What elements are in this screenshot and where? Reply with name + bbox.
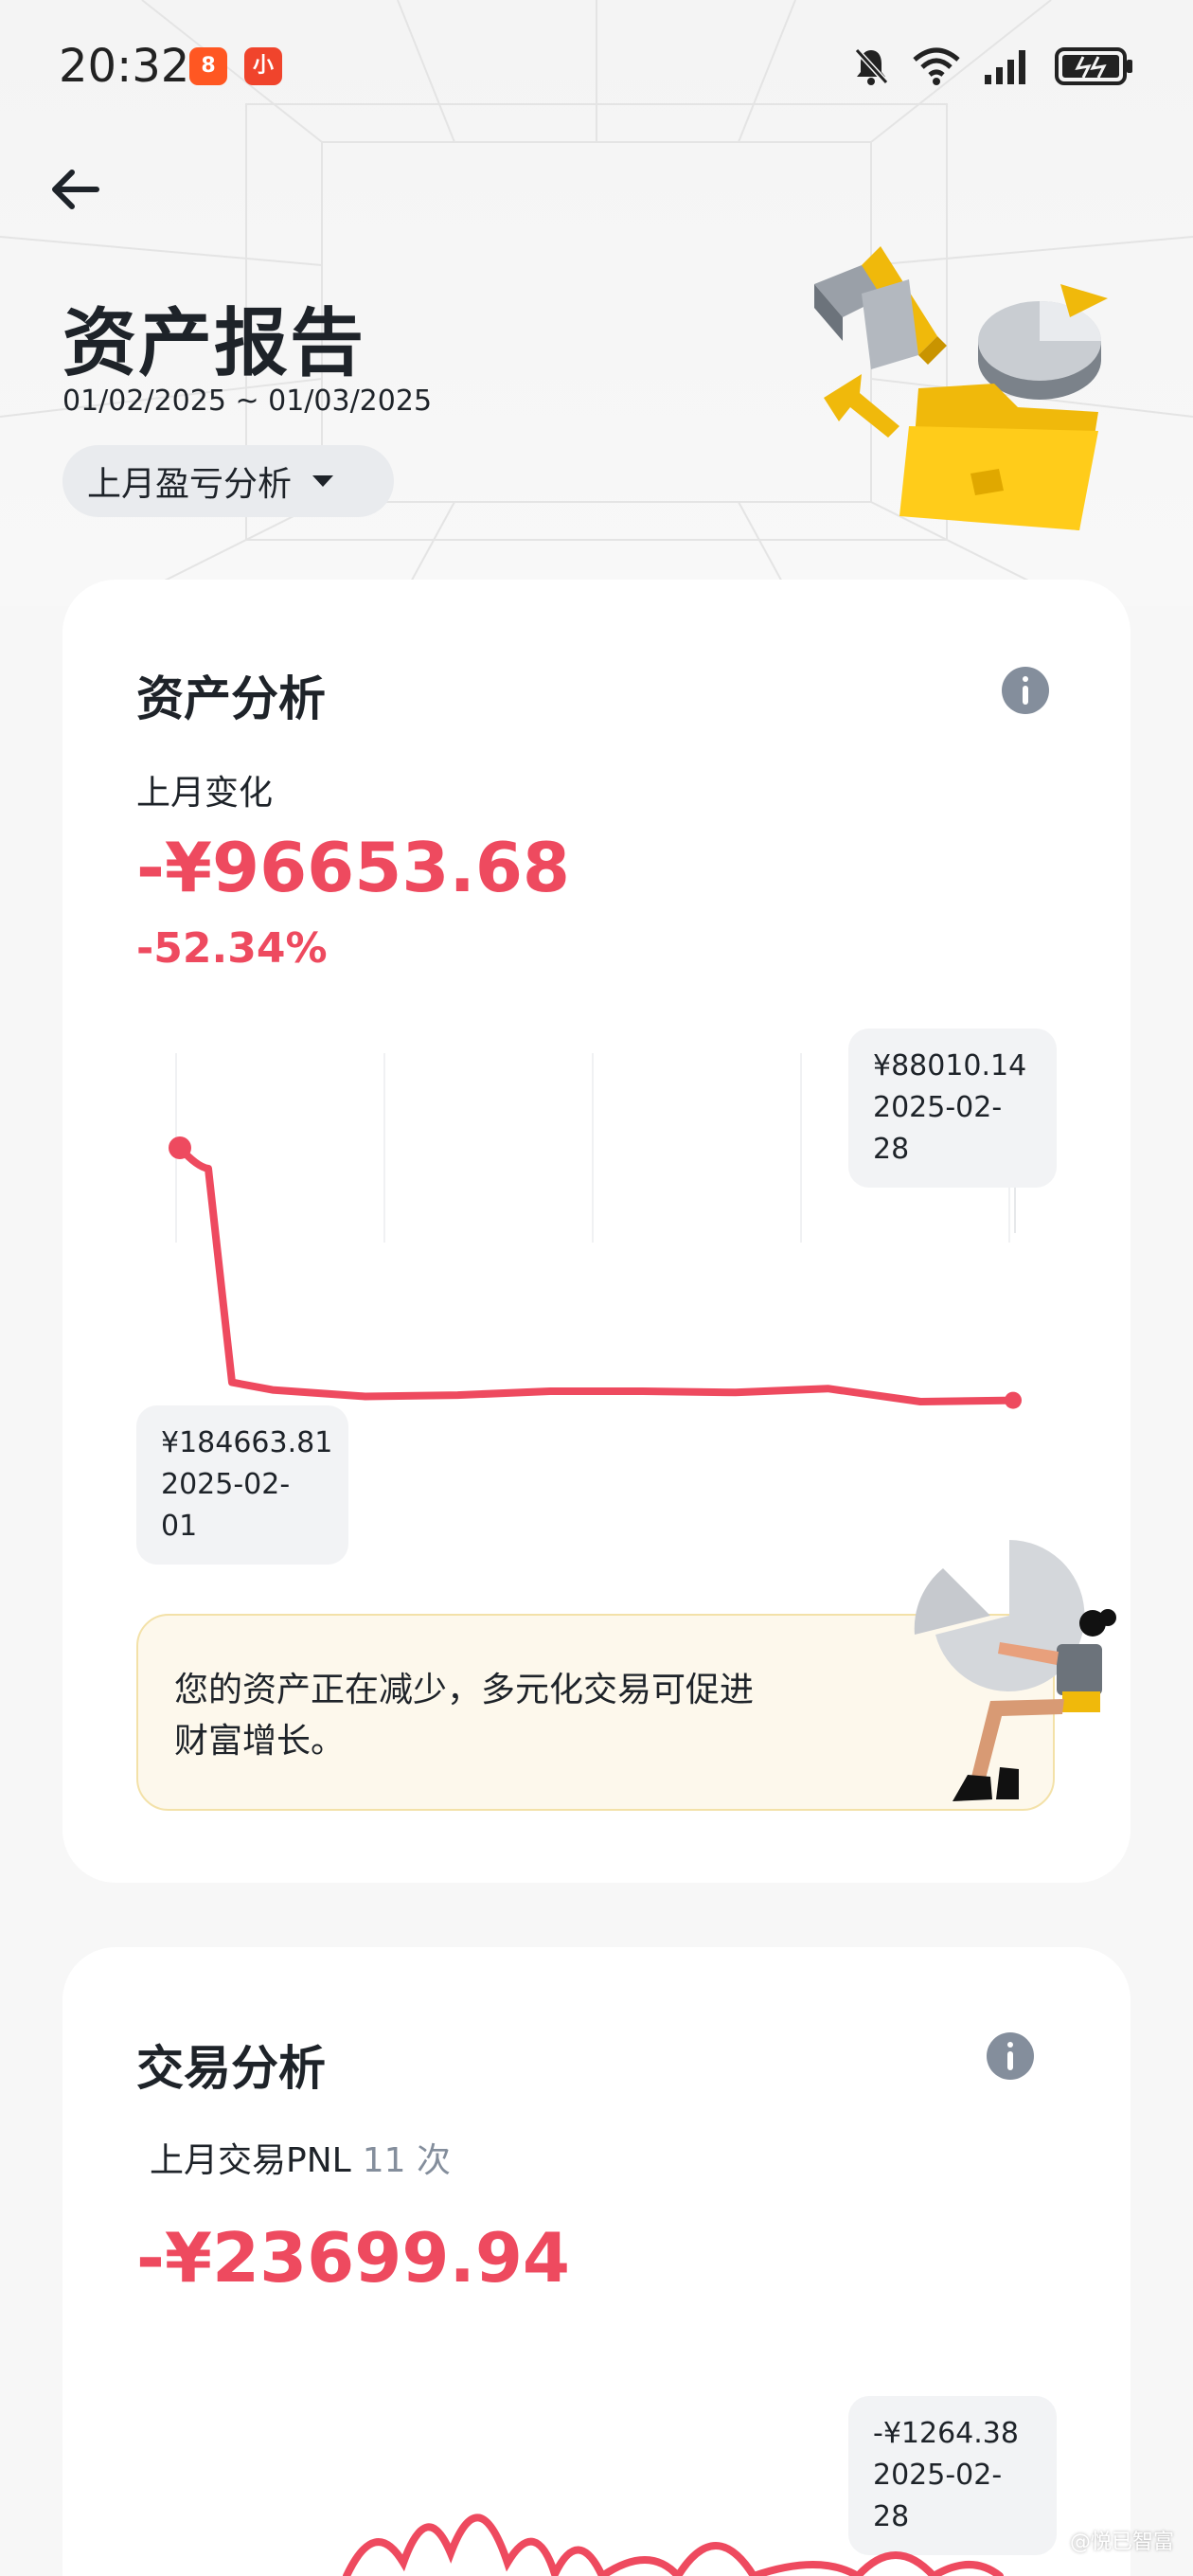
trade-analysis-card: 交易分析 上月交易PNL 11 次 -¥23699.94 -¥1264.38 20…	[62, 1947, 1131, 2576]
pnl-series-line	[343, 2513, 1004, 2576]
pnl-wave-chart	[343, 2513, 1004, 2576]
caret-down-icon	[312, 475, 334, 487]
battery-icon	[1055, 47, 1132, 85]
date-range: 01/02/2025 ~ 01/03/2025	[62, 385, 433, 418]
status-bar: 20:32 8 小	[0, 0, 1193, 133]
back-button[interactable]	[49, 161, 106, 218]
arrow-left-icon	[52, 170, 99, 209]
person-pie-illustration	[914, 1540, 1116, 1801]
status-icons	[852, 44, 1134, 89]
advice-banner: 您的资产正在减少，多元化交易可促进财富增长。	[136, 1540, 1116, 1811]
period-select-label: 上月盈亏分析	[87, 465, 293, 504]
chart-end-point	[1005, 1391, 1022, 1409]
page-title: 资产报告	[62, 301, 366, 386]
asset-analysis-card: 资产分析 上月变化 -¥96653.68 -52.34% ¥88010.14 2…	[62, 580, 1131, 1883]
period-select[interactable]: 上月盈亏分析	[62, 445, 394, 517]
tooltip-arrow	[1002, 1148, 1028, 1161]
start-tooltip-date: 2025-02-01	[161, 1468, 291, 1543]
end-value-tooltip: ¥88010.14 2025-02-28	[848, 1029, 1057, 1188]
chart-start-point	[169, 1136, 191, 1159]
wifi-icon	[913, 47, 960, 85]
advice-text: 您的资产正在减少，多元化交易可促进财富增长。	[174, 1671, 755, 1761]
signal-icon	[985, 50, 1025, 84]
app-notification-icon-2: 小	[244, 47, 282, 85]
report-illustration	[814, 246, 1108, 530]
watermark: @悦已智富	[1069, 2531, 1174, 2554]
start-tooltip-value: ¥184663.81	[161, 1426, 333, 1459]
end-tooltip-value: ¥88010.14	[873, 1049, 1027, 1082]
start-value-tooltip: ¥184663.81 2025-02-01	[136, 1405, 348, 1565]
mute-bell-icon	[854, 47, 889, 85]
status-time: 20:32	[59, 40, 190, 93]
app-notification-icon: 8	[189, 47, 227, 85]
